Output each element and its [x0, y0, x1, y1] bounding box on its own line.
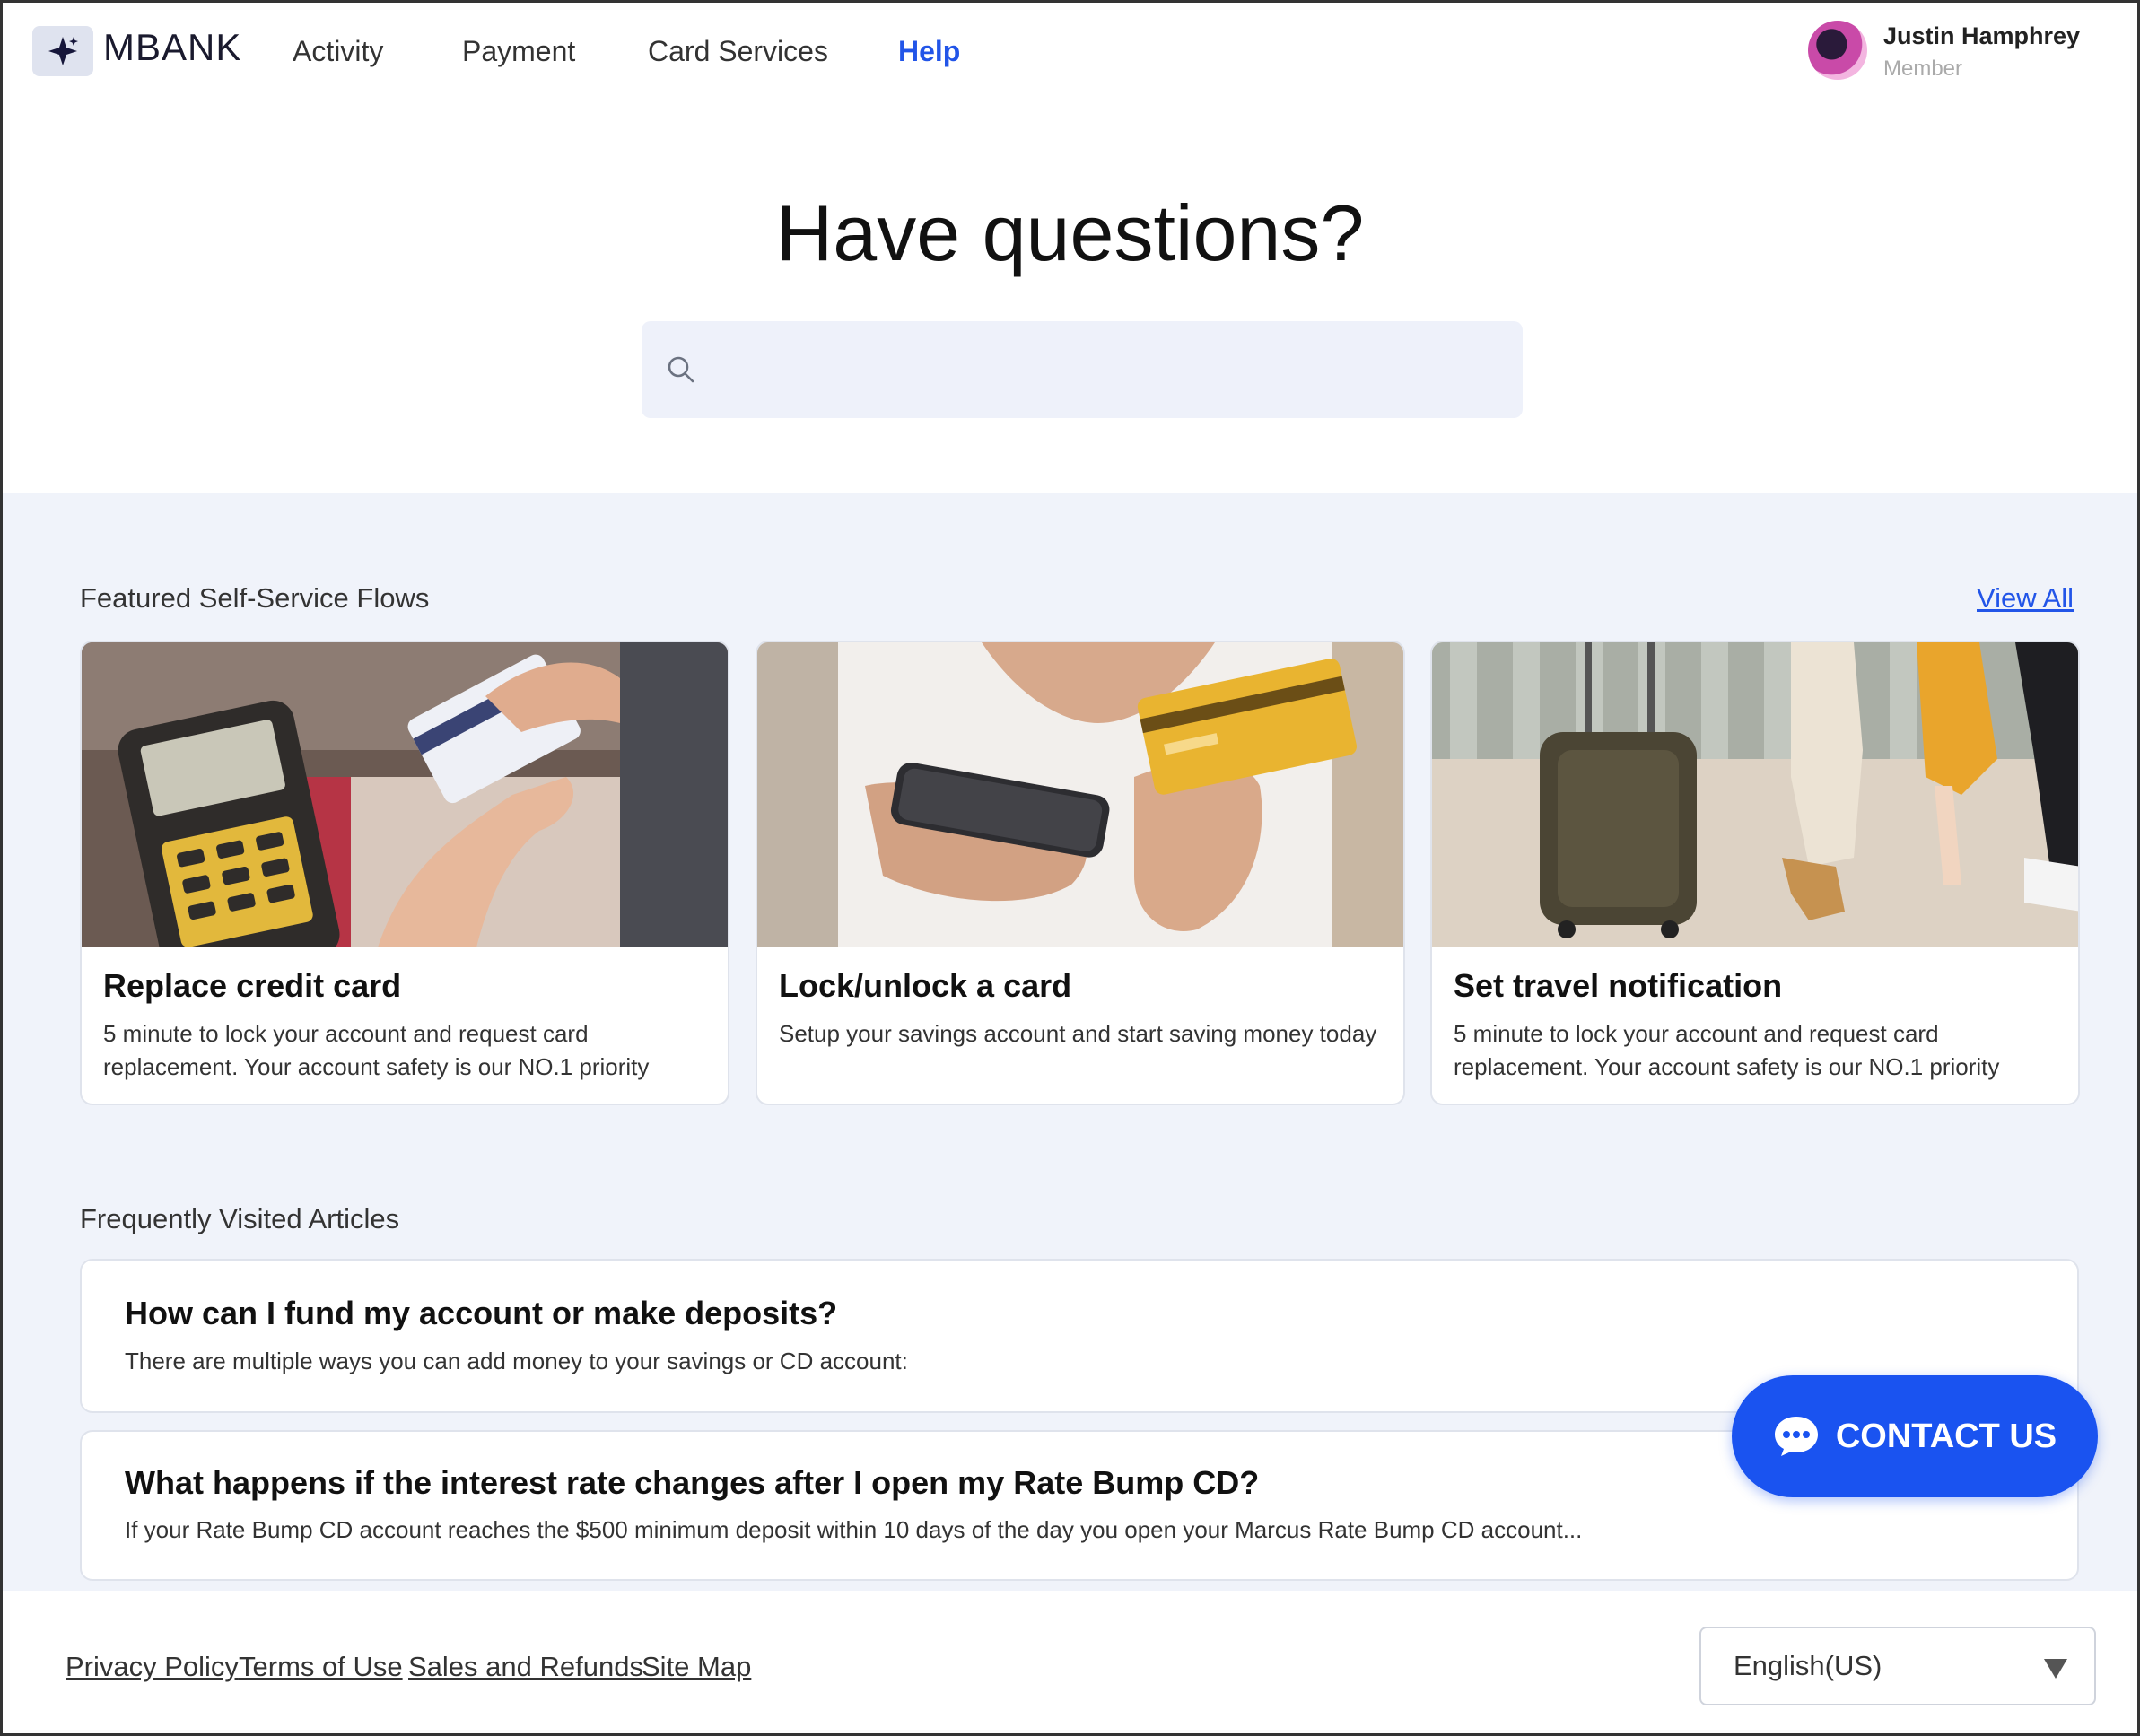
footer-link-sales-and-refunds[interactable]: Sales and Refunds — [408, 1651, 643, 1683]
chat-bubble-icon — [1774, 1417, 1818, 1456]
footer-link-terms-of-use[interactable]: Terms of Use — [239, 1651, 403, 1683]
article-title: What happens if the interest rate change… — [125, 1464, 1260, 1501]
view-all-link[interactable]: View All — [1977, 582, 2074, 615]
articles-section-label: Frequently Visited Articles — [80, 1203, 400, 1234]
nav-item-activity[interactable]: Activity — [293, 35, 383, 68]
user-role: Member — [1883, 57, 1963, 81]
featured-section-label: Featured Self-Service Flows — [80, 582, 430, 614]
caret-down-icon — [2044, 1659, 2067, 1679]
brand-logo[interactable] — [32, 26, 93, 76]
brand-name[interactable]: MBANK — [103, 26, 241, 69]
card-title: Set travel notification — [1454, 967, 1783, 1004]
card-image-phone-and-card — [757, 642, 1403, 947]
search-icon — [668, 356, 694, 383]
article-description: If your Rate Bump CD account reaches the… — [125, 1516, 1583, 1543]
flow-card-lock-unlock-card[interactable]: Lock/unlock a card Setup your savings ac… — [756, 641, 1405, 1105]
avatar[interactable] — [1808, 21, 1867, 80]
card-image-travel-luggage — [1432, 642, 2078, 947]
contact-us-button[interactable]: CONTACT US — [1732, 1375, 2098, 1497]
article-title: How can I fund my account or make deposi… — [125, 1295, 838, 1331]
flow-card-replace-credit-card[interactable]: Replace credit card 5 minute to lock you… — [80, 641, 729, 1105]
nav-item-payment[interactable]: Payment — [462, 35, 575, 68]
flow-card-set-travel-notification[interactable]: Set travel notification 5 minute to lock… — [1430, 641, 2080, 1105]
nav-item-card-services[interactable]: Card Services — [648, 35, 828, 68]
footer-link-site-map[interactable]: Site Map — [642, 1651, 751, 1683]
card-description: 5 minute to lock your account and reques… — [1454, 1020, 2000, 1080]
card-description: Setup your savings account and start sav… — [779, 1020, 1377, 1047]
nav-item-help[interactable]: Help — [898, 35, 960, 68]
article-description: There are multiple ways you can add mone… — [125, 1348, 908, 1374]
language-value: English(US) — [1734, 1650, 1882, 1681]
help-page: MBANK Activity Payment Card Services Hel… — [0, 0, 2140, 1736]
page-title: Have questions? — [775, 188, 1365, 277]
card-image-payment-terminal — [82, 642, 728, 947]
card-title: Lock/unlock a card — [779, 967, 1072, 1004]
card-description: 5 minute to lock your account and reques… — [103, 1020, 650, 1080]
sparkle-icon — [48, 37, 78, 65]
language-select[interactable]: English(US) — [1699, 1627, 2096, 1705]
contact-us-label: CONTACT US — [1835, 1417, 2057, 1455]
search-input[interactable] — [712, 339, 1501, 402]
user-name[interactable]: Justin Hamphrey — [1883, 22, 2080, 50]
footer-link-privacy-policy[interactable]: Privacy Policy — [66, 1651, 239, 1683]
top-navigation-bar: MBANK Activity Payment Card Services Hel… — [3, 3, 2137, 101]
card-title: Replace credit card — [103, 967, 402, 1004]
